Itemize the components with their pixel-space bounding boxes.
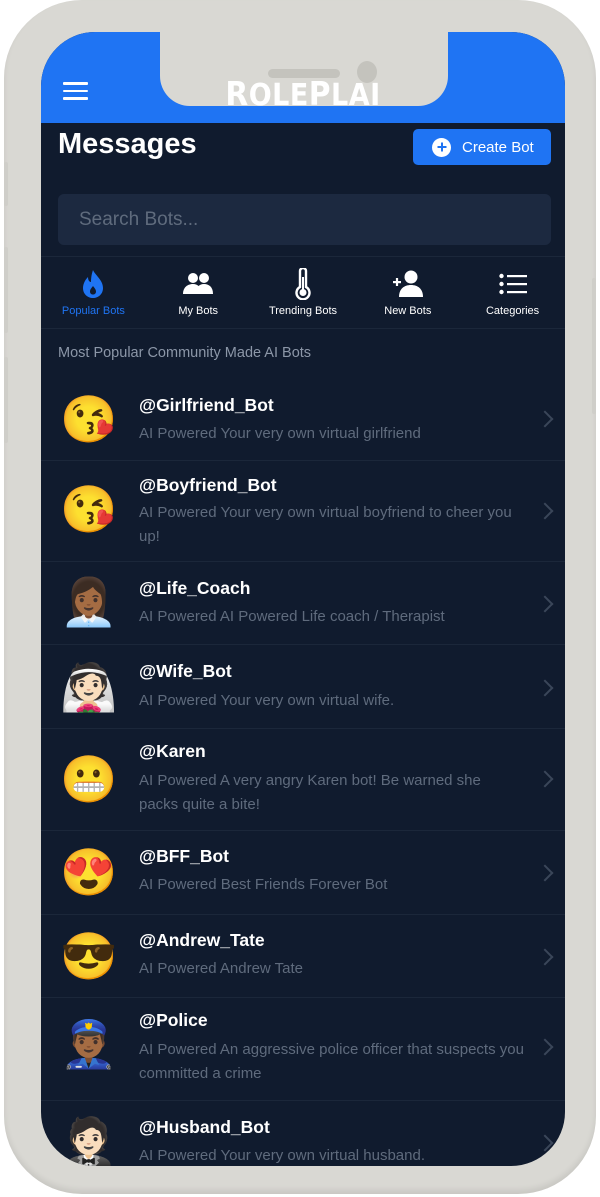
tab-trending-bots[interactable]: Trending Bots: [251, 257, 356, 328]
user-plus-icon: [355, 267, 460, 301]
app-header: ROLEPLAI: [41, 32, 565, 123]
bot-name: @Husband_Bot: [139, 1117, 270, 1137]
avatar: 😍: [60, 846, 118, 898]
tab-label: Categories: [485, 305, 540, 317]
create-bot-label: Create Bot: [462, 138, 534, 156]
bot-description: AI Powered Your very own virtual husband…: [139, 1147, 426, 1164]
chevron-right-icon: [536, 595, 554, 613]
bot-name: @Police: [139, 1010, 208, 1030]
avatar: 😘: [60, 393, 118, 445]
chevron-right-icon: [536, 410, 554, 428]
avatar: 🤵🏻: [60, 1115, 118, 1166]
bot-row-police[interactable]: 👮🏾‍♂️ @Police AI Powered An aggressive p…: [41, 998, 565, 1101]
chevron-right-icon: [536, 770, 554, 788]
bot-description: AI Powered Your very own virtual wife.: [139, 692, 395, 709]
bot-row-andrew-tate[interactable]: 😎 @Andrew_Tate AI Powered Andrew Tate: [41, 915, 565, 998]
thermometer-icon: [251, 267, 356, 301]
bot-description: AI Powered A very angry Karen bot! Be wa…: [139, 772, 481, 813]
bot-list: 😘 @Girlfriend_Bot AI Powered Your very o…: [41, 377, 565, 1166]
bot-description: AI Powered Best Friends Forever Bot: [139, 876, 388, 893]
app-screen: ROLEPLAI Messages Create Bot Popular Bot…: [41, 32, 565, 1166]
bot-description: AI Powered Your very own virtual boyfrie…: [139, 504, 512, 545]
tab-new-bots[interactable]: New Bots: [355, 257, 460, 328]
tab-label: New Bots: [384, 305, 432, 317]
chevron-right-icon: [536, 864, 554, 882]
bot-row-girlfriend[interactable]: 😘 @Girlfriend_Bot AI Powered Your very o…: [41, 377, 565, 461]
chevron-right-icon: [536, 1038, 554, 1056]
bot-name: @Boyfriend_Bot: [139, 475, 277, 495]
chevron-right-icon: [536, 502, 554, 520]
tab-label: My Bots: [178, 305, 219, 317]
avatar: 👮🏾‍♂️: [60, 1018, 118, 1070]
tab-my-bots[interactable]: My Bots: [146, 257, 251, 328]
tab-label: Trending Bots: [268, 305, 338, 317]
section-title: Most Popular Community Made AI Bots: [58, 345, 312, 361]
bot-row-bff[interactable]: 😍 @BFF_Bot AI Powered Best Friends Forev…: [41, 831, 565, 915]
bot-row-husband[interactable]: 🤵🏻 @Husband_Bot AI Powered Your very own…: [41, 1101, 565, 1166]
plus-circle-icon: [432, 137, 451, 157]
bot-name: @Andrew_Tate: [139, 930, 265, 950]
category-tabs: Popular Bots My Bots Trending Bots New B…: [41, 256, 565, 329]
chevron-right-icon: [536, 948, 554, 966]
bot-name: @Girlfriend_Bot: [139, 395, 274, 415]
chevron-right-icon: [536, 1134, 554, 1152]
avatar: 😘: [60, 483, 118, 535]
page-title: Messages: [58, 128, 197, 160]
bot-name: @BFF_Bot: [139, 846, 229, 866]
tab-popular-bots[interactable]: Popular Bots: [41, 257, 146, 328]
bot-name: @Life_Coach: [139, 578, 251, 598]
bot-name: @Karen: [139, 741, 206, 761]
create-bot-button[interactable]: Create Bot: [413, 129, 551, 165]
bot-row-karen[interactable]: 😬 @Karen AI Powered A very angry Karen b…: [41, 729, 565, 831]
bot-description: AI Powered AI Powered Life coach / Thera…: [139, 608, 445, 625]
phone-frame: ROLEPLAI Messages Create Bot Popular Bot…: [4, 0, 596, 1194]
app-logo: ROLEPLAI: [225, 74, 381, 113]
avatar: 😬: [60, 753, 118, 805]
bot-name: @Wife_Bot: [139, 661, 232, 681]
flame-icon: [41, 267, 146, 301]
tab-categories[interactable]: Categories: [460, 257, 565, 328]
search-input[interactable]: [58, 194, 551, 245]
bot-description: AI Powered Your very own virtual girlfri…: [139, 425, 421, 442]
bot-row-boyfriend[interactable]: 😘 @Boyfriend_Bot AI Powered Your very ow…: [41, 461, 565, 562]
volume-up-button: [4, 247, 8, 333]
bot-description: AI Powered An aggressive police officer …: [139, 1041, 524, 1082]
bot-row-life-coach[interactable]: 👩🏾‍💼 @Life_Coach AI Powered AI Powered L…: [41, 562, 565, 645]
volume-down-button: [4, 357, 8, 443]
tab-label: Popular Bots: [61, 305, 125, 317]
users-icon: [146, 267, 251, 301]
chevron-right-icon: [536, 679, 554, 697]
bot-row-wife[interactable]: 👰🏻 @Wife_Bot AI Powered Your very own vi…: [41, 645, 565, 729]
avatar: 👩🏾‍💼: [60, 576, 118, 628]
bot-description: AI Powered Andrew Tate: [139, 960, 303, 977]
avatar: 👰🏻: [60, 661, 118, 713]
list-icon: [460, 267, 565, 301]
avatar: 😎: [60, 930, 118, 982]
mute-switch: [4, 162, 8, 206]
power-button: [592, 278, 596, 414]
